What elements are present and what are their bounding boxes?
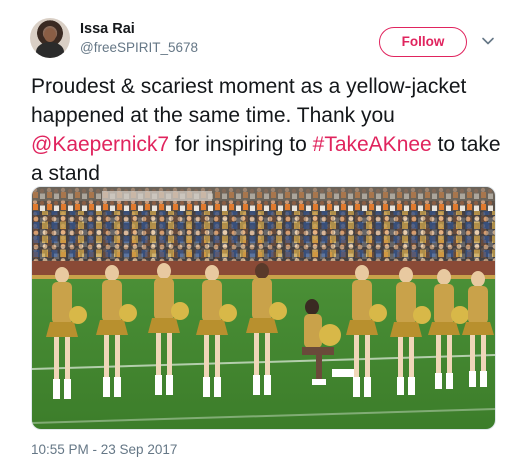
chevron-down-icon[interactable]	[481, 34, 495, 48]
avatar[interactable]	[30, 18, 70, 58]
hashtag-link[interactable]: #TakeAKnee	[313, 133, 432, 156]
tweet-card: Issa Rai @freeSPIRIT_5678 Follow Proudes…	[0, 0, 525, 468]
user-handle[interactable]: @freeSPIRIT_5678	[80, 40, 198, 55]
tweet-photo[interactable]	[31, 186, 496, 430]
follow-button[interactable]: Follow	[379, 27, 467, 57]
cheerleaders-photo	[32, 187, 495, 429]
tweet-text: Proudest & scariest moment as a yellow-j…	[31, 72, 501, 188]
tweet-text-part: for inspiring to	[169, 133, 313, 156]
mention-link[interactable]: @Kaepernick7	[31, 133, 169, 156]
tweet-timestamp[interactable]: 10:55 PM - 23 Sep 2017	[31, 442, 177, 457]
user-display-name[interactable]: Issa Rai	[80, 21, 135, 37]
tweet-text-part: Proudest & scariest moment as a yellow-j…	[31, 75, 467, 127]
